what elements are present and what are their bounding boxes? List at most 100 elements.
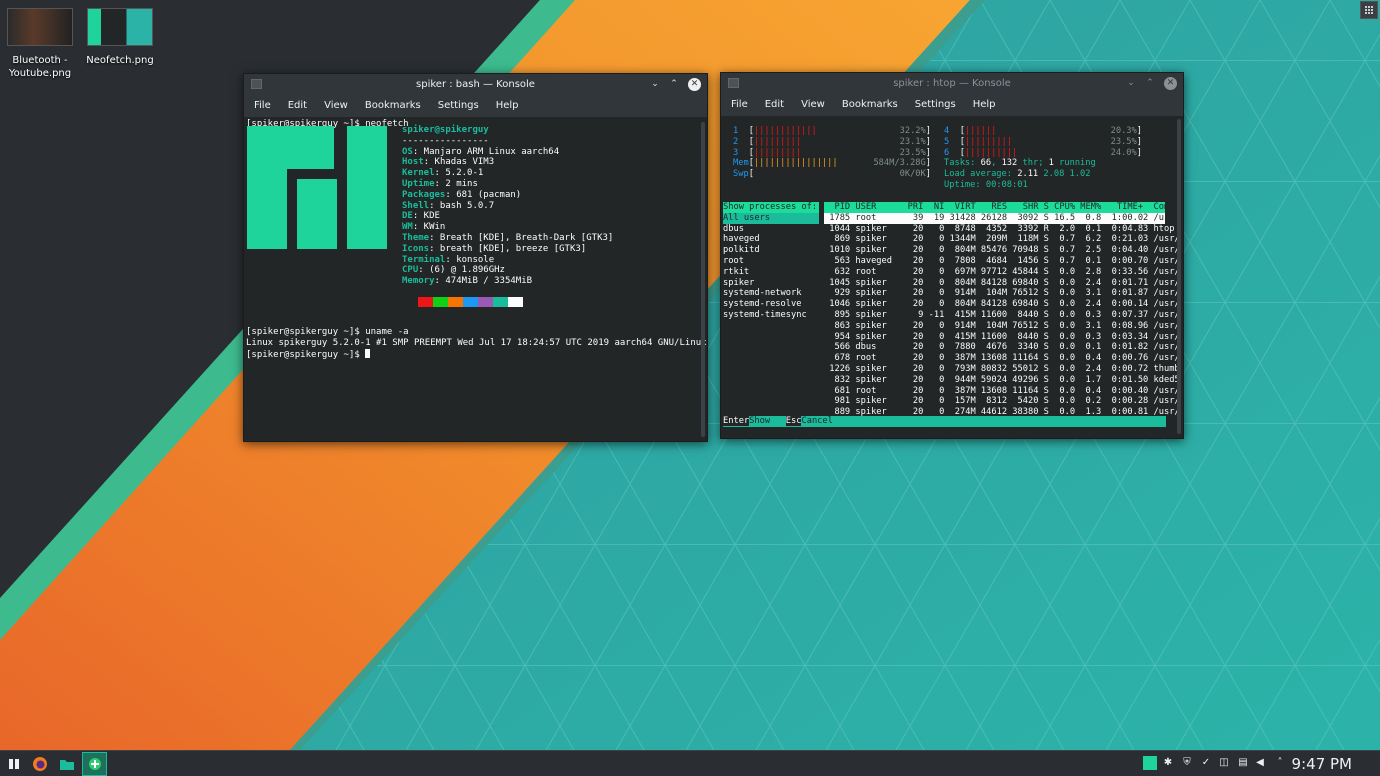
process-row[interactable]: 929 spiker 20 0 914M 104M 76512 S 0.0 3.… [824, 288, 1179, 299]
terminal-area[interactable]: [spiker@spikerguy ~]$ neofetch spiker@sp… [244, 117, 707, 441]
process-row[interactable]: 681 root 20 0 387M 13608 11164 S 0.0 0.4… [824, 386, 1179, 397]
clock[interactable]: 9:47 PM [1292, 754, 1352, 774]
scrollbar[interactable] [1177, 119, 1181, 434]
minimize-button[interactable]: ⌄ [1126, 76, 1136, 90]
menu-file[interactable]: File [254, 95, 271, 117]
tasks-count: 66 [980, 158, 992, 169]
bluetooth-icon[interactable]: ✱ [1162, 757, 1174, 769]
info-key: CPU [402, 265, 419, 276]
menu-bookmarks[interactable]: Bookmarks [365, 95, 421, 117]
menu-help[interactable]: Help [973, 94, 996, 116]
process-row[interactable]: 863 spiker 20 0 914M 104M 76512 S 0.0 3.… [824, 321, 1179, 332]
filter-item[interactable]: systemd-resolve [723, 299, 819, 310]
shield-icon[interactable]: ⛨ [1181, 757, 1193, 769]
process-row[interactable]: 1226 spiker 20 0 793M 80832 55012 S 0.0 … [824, 364, 1179, 375]
process-row[interactable]: 1785 root 39 19 31428 26128 3092 S 16.5 … [824, 212, 1180, 224]
neofetch-info-line: Kernel: 5.2.0-1 [402, 168, 613, 179]
neofetch-info-line: DE: KDE [402, 211, 613, 222]
menu-view[interactable]: View [801, 94, 825, 116]
process-row[interactable]: 1044 spiker 20 0 8748 4352 3392 R 2.0 0.… [824, 224, 1174, 235]
filter-item[interactable]: root [723, 256, 819, 267]
konsole-icon[interactable] [728, 78, 739, 88]
chevron-up-icon[interactable]: ˄ [1274, 757, 1286, 769]
menu-settings[interactable]: Settings [438, 95, 479, 117]
process-row[interactable]: 1010 spiker 20 0 804M 85476 70948 S 0.7 … [824, 245, 1179, 256]
menu-view[interactable]: View [324, 95, 348, 117]
desktop-file-bluetooth-youtube[interactable]: Bluetooth - Youtube.png [3, 8, 77, 80]
cpu-meter: 3 [||||||||| 23.5%] [733, 147, 931, 158]
separator: ---------------- [402, 135, 489, 146]
cpu-bars: ||||||||| [753, 136, 802, 147]
clipboard-icon[interactable]: ▤ [1237, 757, 1249, 769]
neofetch-info-line: Memory: 474MiB / 3354MiB [402, 276, 613, 287]
file-manager-launcher[interactable] [57, 754, 77, 774]
minimize-button[interactable]: ⌄ [650, 77, 660, 91]
terminal-prompt: [spiker@spikerguy ~]$ [246, 349, 366, 360]
cpu-bars: ||||||||| [753, 147, 802, 158]
window-titlebar[interactable]: spiker : htop — Konsole ⌄ ⌃ ✕ [721, 73, 1183, 94]
process-row[interactable]: 981 spiker 20 0 157M 8312 5420 S 0.0 0.2… [824, 396, 1179, 407]
window-title: spiker : htop — Konsole [893, 78, 1011, 89]
filter-item[interactable]: spiker [723, 278, 819, 289]
close-button[interactable]: ✕ [688, 77, 701, 91]
filter-item[interactable]: rtkit [723, 267, 819, 278]
filter-item[interactable]: haveged [723, 234, 819, 245]
tasks-line: Tasks: 66, 132 thr; 1 running [944, 158, 1096, 169]
cpu-meter: 1 [|||||||||||| 32.2%] [733, 126, 931, 136]
uptime-label: Uptime: [944, 180, 981, 190]
filter-item[interactable]: polkitd [723, 245, 819, 256]
window-titlebar[interactable]: spiker : bash — Konsole ⌄ ⌃ ✕ [244, 74, 707, 95]
konsole-icon[interactable] [251, 79, 262, 89]
load-15: 1.02 [1069, 169, 1091, 180]
maximize-button[interactable]: ⌃ [1145, 76, 1155, 90]
menu-help[interactable]: Help [496, 95, 519, 117]
process-row[interactable]: 895 spiker 9 -11 415M 11600 8440 S 0.0 0… [824, 310, 1179, 321]
filter-item[interactable]: systemd-network [723, 288, 819, 299]
firefox-launcher[interactable] [30, 754, 50, 774]
cpu-percent: 20.3% [1110, 126, 1137, 136]
process-row[interactable]: 1046 spiker 20 0 804M 84128 69840 S 0.0 … [824, 299, 1179, 310]
desktop-file-neofetch[interactable]: Neofetch.png [83, 8, 157, 67]
cpu-meter: 5 [||||||||| 23.5%] [944, 136, 1142, 147]
process-row[interactable]: 1045 spiker 20 0 804M 84128 69840 S 0.0 … [824, 278, 1179, 289]
filter-item[interactable]: All users [723, 212, 819, 224]
menu-bookmarks[interactable]: Bookmarks [842, 94, 898, 116]
maximize-button[interactable]: ⌃ [669, 77, 679, 91]
scrollbar[interactable] [701, 122, 705, 437]
footer-action: Cancel [801, 416, 833, 426]
info-key: Theme [402, 232, 430, 243]
htop-area[interactable]: 1 [|||||||||||| 32.2%] 2 [||||||||| 23.1%] 3… [721, 116, 1183, 438]
tasks-label: Tasks: [944, 158, 976, 169]
window-title: spiker : bash — Konsole [416, 79, 535, 90]
process-row[interactable]: 566 dbus 20 0 7880 4676 3340 S 0.0 0.1 0… [824, 342, 1179, 353]
close-button[interactable]: ✕ [1164, 76, 1177, 90]
process-row[interactable]: 678 root 20 0 387M 13608 11164 S 0.0 0.4… [824, 353, 1179, 364]
filter-item[interactable]: systemd-timesync [723, 310, 819, 321]
process-row[interactable]: 632 root 20 0 697M 97712 45844 S 0.0 2.8… [824, 267, 1179, 278]
process-row[interactable]: 832 spiker 20 0 944M 59024 49296 S 0.0 1… [824, 375, 1179, 386]
menu-settings[interactable]: Settings [915, 94, 956, 116]
application-menu-button[interactable] [4, 754, 24, 774]
check-icon[interactable]: ✓ [1200, 757, 1212, 769]
process-row[interactable]: 563 haveged 20 0 7808 4684 1456 S 0.7 0.… [824, 256, 1179, 267]
manjaro-tray-icon[interactable] [1143, 756, 1157, 770]
menubar: File Edit View Bookmarks Settings Help [721, 94, 1183, 116]
footer-key: Enter [723, 416, 750, 426]
filter-item[interactable]: dbus [723, 224, 819, 235]
threads-count: 132 [1001, 158, 1018, 169]
menu-edit[interactable]: Edit [288, 95, 307, 117]
desktop-file-label: Youtube.png [8, 68, 72, 79]
volume-icon[interactable]: ◀ [1254, 757, 1266, 769]
mem-label: Mem [733, 158, 749, 169]
process-table-header: PID USER PRI NI VIRT RES SHR S CPU% MEM%… [824, 202, 1180, 213]
task-konsole[interactable] [82, 752, 107, 776]
process-row[interactable]: 954 spiker 20 0 415M 11600 8440 S 0.0 0.… [824, 332, 1179, 343]
menu-edit[interactable]: Edit [765, 94, 784, 116]
menu-file[interactable]: File [731, 94, 748, 116]
process-row[interactable]: 869 spiker 20 0 1344M 209M 118M S 0.7 6.… [824, 234, 1179, 245]
konsole-window-htop[interactable]: spiker : htop — Konsole ⌄ ⌃ ✕ File Edit … [720, 72, 1184, 439]
konsole-window-bash[interactable]: spiker : bash — Konsole ⌄ ⌃ ✕ File Edit … [243, 73, 708, 442]
device-icon[interactable]: ◫ [1218, 757, 1230, 769]
filter-title: Show processes of: [723, 202, 819, 213]
desktop-toolbox-button[interactable] [1360, 1, 1378, 19]
